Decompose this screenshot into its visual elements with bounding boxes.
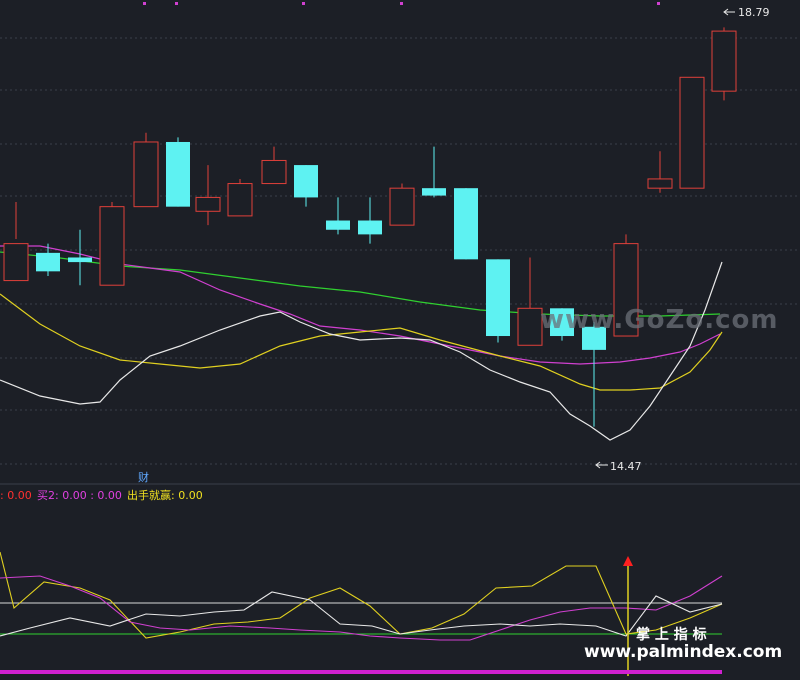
candle-body[interactable] <box>227 183 253 217</box>
candle-body[interactable] <box>679 76 705 189</box>
candle-body[interactable] <box>166 141 190 207</box>
candle-body[interactable] <box>454 188 478 260</box>
chart-window: 18.79 14.47 www.GoZo.com 财 : 0.00 买2: 0.… <box>0 0 800 676</box>
candle-body[interactable] <box>517 307 543 346</box>
kline-chart[interactable]: 18.79 14.47 www.GoZo.com 财 : 0.00 买2: 0.… <box>0 0 800 676</box>
high-price-label: 18.79 <box>738 6 770 19</box>
candle-body[interactable] <box>3 243 29 282</box>
candle-body[interactable] <box>133 141 159 208</box>
buy2-label: 买2: 0.00 : 0.00 <box>37 489 122 502</box>
candle-body[interactable] <box>261 159 287 185</box>
candle-body[interactable] <box>647 178 673 189</box>
palmindex-url-watermark: www.palmindex.com <box>584 642 782 662</box>
candle-body[interactable] <box>358 220 382 235</box>
candle-body[interactable] <box>195 196 221 212</box>
candle-body[interactable] <box>486 259 510 337</box>
bottom-signal-bar <box>0 670 722 674</box>
candle-body[interactable] <box>711 30 737 92</box>
candle-body[interactable] <box>68 257 92 263</box>
low-price-label: 14.47 <box>610 460 642 473</box>
shoot-win-label: 出手就赢: 0.00 <box>127 488 203 502</box>
candle-body[interactable] <box>294 165 318 198</box>
candle-body[interactable] <box>36 252 60 272</box>
palmindex-cn-watermark: 掌 上 指 标 <box>636 626 707 643</box>
indicator-fragment-label: : 0.00 <box>0 489 32 502</box>
candle-body[interactable] <box>326 220 350 230</box>
candle-body[interactable] <box>99 206 125 286</box>
gozo-watermark: www.GoZo.com <box>540 305 778 335</box>
candle-body[interactable] <box>422 188 446 196</box>
candle-body[interactable] <box>389 187 415 226</box>
cai-marker: 财 <box>138 470 149 484</box>
